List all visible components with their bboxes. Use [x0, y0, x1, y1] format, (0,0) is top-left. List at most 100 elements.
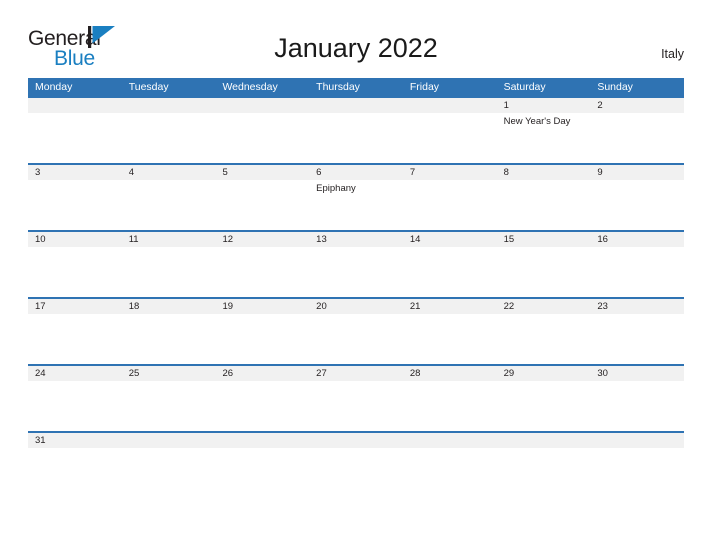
week-row: 1 2 New Year's Day	[28, 96, 684, 165]
day-event	[122, 381, 216, 433]
day-number[interactable]: 16	[590, 232, 684, 247]
week-day-events	[28, 448, 684, 453]
weekday-header-saturday: Saturday	[503, 81, 546, 93]
day-number[interactable]: 26	[215, 366, 309, 381]
day-event: New Year's Day	[503, 116, 571, 127]
week-day-numbers: 3 4 5 6 7 8 9	[28, 165, 684, 180]
week-row: 31	[28, 431, 684, 453]
weekday-header-monday: Monday	[35, 81, 73, 93]
week-day-numbers: 24 25 26 27 28 29 30	[28, 366, 684, 381]
day-number[interactable]: 1	[497, 98, 591, 113]
day-number[interactable]: 24	[28, 366, 122, 381]
country-label: Italy	[661, 47, 684, 61]
day-event	[403, 448, 497, 453]
day-number[interactable]: 18	[122, 299, 216, 314]
week-day-events	[28, 247, 684, 299]
day-event	[28, 180, 122, 232]
day-number[interactable]: 3	[28, 165, 122, 180]
day-number[interactable]	[215, 433, 309, 448]
calendar-page: General Blue January 2022 Italy Monday T…	[0, 0, 712, 550]
week-day-numbers: 1 2	[28, 98, 684, 113]
day-event	[590, 113, 684, 165]
day-number[interactable]	[403, 98, 497, 113]
week-day-numbers: 10 11 12 13 14 15 16	[28, 232, 684, 247]
day-number[interactable]	[497, 433, 591, 448]
day-number[interactable]: 13	[309, 232, 403, 247]
weekday-header-tuesday: Tuesday	[128, 81, 169, 93]
day-event	[403, 180, 497, 232]
day-event	[122, 113, 216, 165]
day-number[interactable]: 22	[497, 299, 591, 314]
day-event	[28, 113, 122, 165]
day-number[interactable]: 21	[403, 299, 497, 314]
day-event	[309, 314, 403, 366]
day-number[interactable]: 6	[309, 165, 403, 180]
day-event	[215, 180, 309, 232]
day-number[interactable]: 12	[215, 232, 309, 247]
day-number[interactable]	[122, 98, 216, 113]
week-row: 17 18 19 20 21 22 23	[28, 297, 684, 366]
day-event	[309, 381, 403, 433]
weekday-header-row: Monday Tuesday Wednesday Thursday Friday…	[28, 78, 684, 96]
day-number[interactable]	[590, 433, 684, 448]
day-number[interactable]: 5	[215, 165, 309, 180]
day-event	[215, 381, 309, 433]
page-header: General Blue January 2022 Italy	[0, 0, 712, 78]
day-event	[497, 314, 591, 366]
day-number[interactable]	[215, 98, 309, 113]
weekday-header-sunday: Sunday	[597, 81, 633, 93]
day-number[interactable]: 25	[122, 366, 216, 381]
day-number[interactable]: 23	[590, 299, 684, 314]
day-number[interactable]: 28	[403, 366, 497, 381]
day-number[interactable]: 11	[122, 232, 216, 247]
day-event	[28, 381, 122, 433]
day-number[interactable]: 4	[122, 165, 216, 180]
day-number[interactable]: 9	[590, 165, 684, 180]
day-number[interactable]: 20	[309, 299, 403, 314]
week-day-events: Epiphany	[28, 180, 684, 232]
day-event	[497, 247, 591, 299]
day-number[interactable]: 30	[590, 366, 684, 381]
day-number[interactable]	[403, 433, 497, 448]
weekday-header-friday: Friday	[409, 81, 440, 93]
week-row: 24 25 26 27 28 29 30	[28, 364, 684, 433]
day-number[interactable]	[309, 433, 403, 448]
day-event	[122, 247, 216, 299]
day-number[interactable]: 27	[309, 366, 403, 381]
day-number[interactable]: 17	[28, 299, 122, 314]
day-event	[309, 247, 403, 299]
day-number[interactable]: 2	[590, 98, 684, 113]
weekday-header-wednesday: Wednesday	[222, 81, 278, 93]
day-event	[590, 381, 684, 433]
day-event	[590, 314, 684, 366]
week-day-numbers: 17 18 19 20 21 22 23	[28, 299, 684, 314]
day-event	[497, 180, 591, 232]
day-event	[590, 247, 684, 299]
day-number[interactable]: 10	[28, 232, 122, 247]
day-number[interactable]: 19	[215, 299, 309, 314]
day-number[interactable]: 15	[497, 232, 591, 247]
week-day-numbers: 31	[28, 433, 684, 448]
day-event: Epiphany	[316, 183, 356, 194]
weekday-header-thursday: Thursday	[316, 81, 360, 93]
day-event	[215, 314, 309, 366]
day-event	[215, 113, 309, 165]
day-number[interactable]: 8	[497, 165, 591, 180]
day-number[interactable]	[122, 433, 216, 448]
day-event	[497, 448, 591, 453]
day-number[interactable]: 29	[497, 366, 591, 381]
day-event	[122, 448, 216, 453]
week-day-events	[28, 314, 684, 366]
day-event	[28, 448, 122, 453]
week-day-events: New Year's Day	[28, 113, 684, 165]
day-number[interactable]: 7	[403, 165, 497, 180]
day-number[interactable]: 14	[403, 232, 497, 247]
day-number[interactable]	[28, 98, 122, 113]
day-event	[403, 247, 497, 299]
day-event	[590, 448, 684, 453]
day-event	[28, 247, 122, 299]
day-number[interactable]: 31	[28, 433, 122, 448]
day-event	[122, 314, 216, 366]
day-number[interactable]	[309, 98, 403, 113]
day-event	[215, 448, 309, 453]
